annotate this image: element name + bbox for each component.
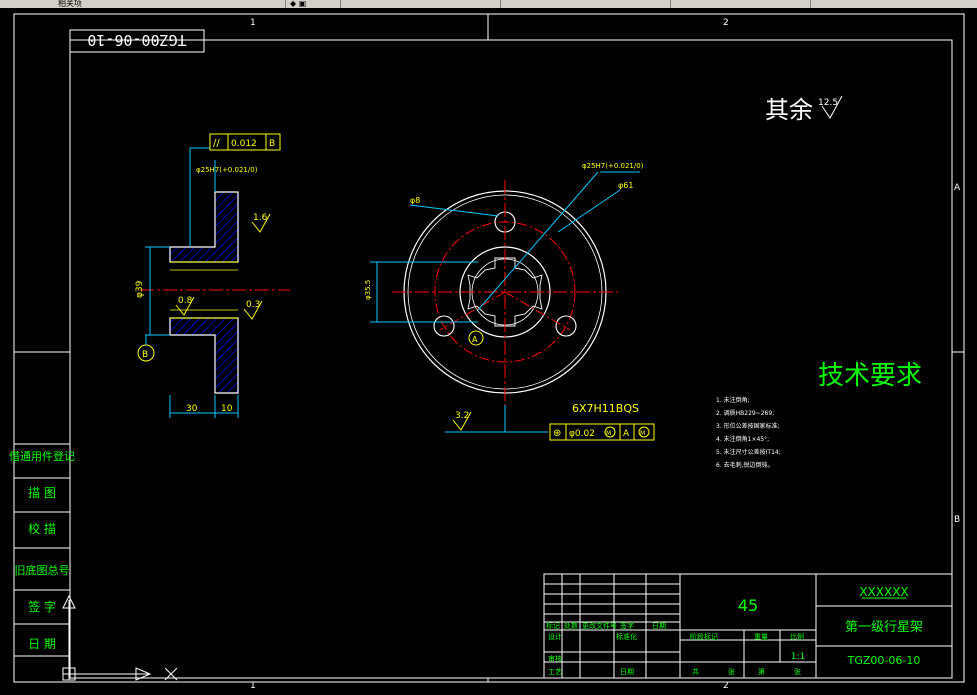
- title-block-label: 日期: [620, 668, 634, 676]
- toolbar-separator: [285, 0, 286, 8]
- frame-zone-top-1: 1: [250, 18, 256, 28]
- drawing-frame: [13, 13, 965, 683]
- title-block-company: XXXXXX: [859, 585, 908, 599]
- front-outer-dim: φ61: [618, 181, 633, 190]
- tech-requirements-list: 1. 未注倒角; 2. 调质HB229~269; 3. 形位公差按国家标准; 4…: [716, 396, 781, 469]
- position-datum: A: [623, 429, 630, 439]
- left-strip-cell: 签 字: [28, 599, 56, 614]
- tech-requirement-item: 6. 去毛刺,锐边倒钝。: [716, 461, 774, 469]
- ucs-axis-icon: [62, 594, 178, 681]
- title-block-label: 阶段标记: [690, 632, 718, 641]
- parallelism-value: 0.012: [231, 139, 257, 149]
- left-strip-cell: 校 描: [28, 521, 56, 536]
- roughness-note-prefix: 其余: [765, 96, 813, 124]
- dropdown-linetype[interactable]: [345, 0, 495, 8]
- title-block-label: 处数: [564, 621, 578, 630]
- dropdown-color[interactable]: [675, 0, 805, 8]
- tech-requirement-item: 2. 调质HB229~269;: [716, 409, 774, 417]
- datum-a-label: A: [472, 335, 478, 344]
- tech-requirement-item: 4. 未注倒角1×45°;: [716, 435, 769, 443]
- left-strip-cell: 借通用件登记: [9, 449, 75, 463]
- tech-requirement-item: 3. 形位公差按国家标准;: [716, 422, 780, 430]
- title-block-label: 共: [692, 667, 699, 676]
- title-block-label: 标记: [546, 621, 560, 630]
- front-bore-dim: φ25H7(+0.021/0): [582, 162, 644, 170]
- title-block-drawing-no: TGZ00-06-10: [847, 654, 921, 667]
- toolbar-separator: [500, 0, 501, 8]
- title-block-label: 比例: [790, 632, 804, 641]
- parallelism-symbol-icon: //: [213, 138, 220, 149]
- mirrored-drawing-number: TGZ00-06-10: [69, 29, 205, 53]
- frame-zone-right-b: B: [954, 515, 960, 525]
- parallelism-control-frame: // 0.012 B: [209, 133, 281, 151]
- left-strip-table: [13, 443, 71, 657]
- roughness-default-value: 12.5: [818, 98, 838, 108]
- parallelism-datum: B: [269, 139, 275, 149]
- title-block-label: 工艺: [548, 668, 562, 676]
- title-block-label: 第: [758, 667, 765, 676]
- cad-drawing-canvas[interactable]: 1 2 1 2 A B TGZ00-06-10 其余 12.5 // 0.012…: [0, 8, 977, 689]
- frame-zone-right-a: A: [954, 183, 961, 193]
- cad-toolbar: 相关项 ◆ ▣: [0, 0, 977, 8]
- layer-label[interactable]: 相关项: [58, 0, 98, 8]
- front-view: [370, 171, 640, 433]
- position-datum-modifier: M: [640, 430, 645, 437]
- frame-zone-bottom-2: 2: [723, 681, 729, 689]
- title-block-label: 张: [794, 667, 801, 676]
- section-lower-hatch: [169, 317, 239, 394]
- title-block-label: 设计: [548, 632, 562, 641]
- toolbar-separator: [340, 0, 341, 8]
- section-bore-fit: φ25H7(+0.021/0): [196, 166, 258, 174]
- left-strip-cell: 日 期: [28, 637, 56, 651]
- title-block-scale: 1:1: [791, 652, 805, 662]
- title-block-label: 标准化: [616, 632, 637, 641]
- title-block-label: 签字: [620, 621, 634, 630]
- title-block-label: 更改文件号: [582, 621, 617, 630]
- front-hole-dim: φ8: [410, 196, 420, 205]
- dim-flange-thick: 10: [221, 404, 233, 414]
- position-control-frame: ⊕ φ0.02 M A M: [549, 423, 655, 441]
- layer-icons[interactable]: ◆ ▣: [290, 0, 330, 8]
- tech-requirement-item: 5. 未注尺寸公差按IT14;: [716, 448, 781, 456]
- front-spline-spec: 6X7H11BQS: [572, 402, 639, 415]
- position-modifier: M: [606, 430, 611, 437]
- status-bar: [0, 689, 977, 695]
- title-block-material: 45: [738, 596, 758, 615]
- front-spline-dim: φ35.5: [364, 280, 372, 300]
- title-block-label: 审核: [548, 654, 562, 663]
- title-block-label: 重量: [754, 633, 768, 641]
- datum-b-label: B: [142, 350, 148, 360]
- position-value: φ0.02: [569, 429, 595, 439]
- toolbar-separator: [810, 0, 811, 8]
- position-symbol-icon: ⊕: [553, 428, 561, 439]
- section-view: [140, 147, 290, 418]
- toolbar-separator: [670, 0, 671, 8]
- left-strip-cell: 旧底图总号: [15, 563, 70, 577]
- tech-requirements-title: 技术要求: [818, 361, 922, 391]
- dim-hub-length: 30: [186, 404, 198, 414]
- title-block-label: 日期: [652, 622, 666, 630]
- dropdown-plotstyle[interactable]: [815, 0, 915, 8]
- title-block-part-name: 第一级行星架: [845, 620, 923, 635]
- section-upper-hatch: [169, 191, 239, 263]
- frame-zone-bottom-1: 1: [250, 681, 256, 689]
- dropdown-lineweight[interactable]: [505, 0, 665, 8]
- drawing-number-mirrored-text: TGZ00-06-10: [87, 31, 186, 49]
- frame-zone-top-2: 2: [723, 18, 729, 28]
- left-strip-cell: 描 图: [28, 486, 56, 500]
- title-block-label: 张: [728, 667, 735, 676]
- section-diameter-dim: φ39: [135, 280, 145, 298]
- tech-requirement-item: 1. 未注倒角;: [716, 396, 750, 404]
